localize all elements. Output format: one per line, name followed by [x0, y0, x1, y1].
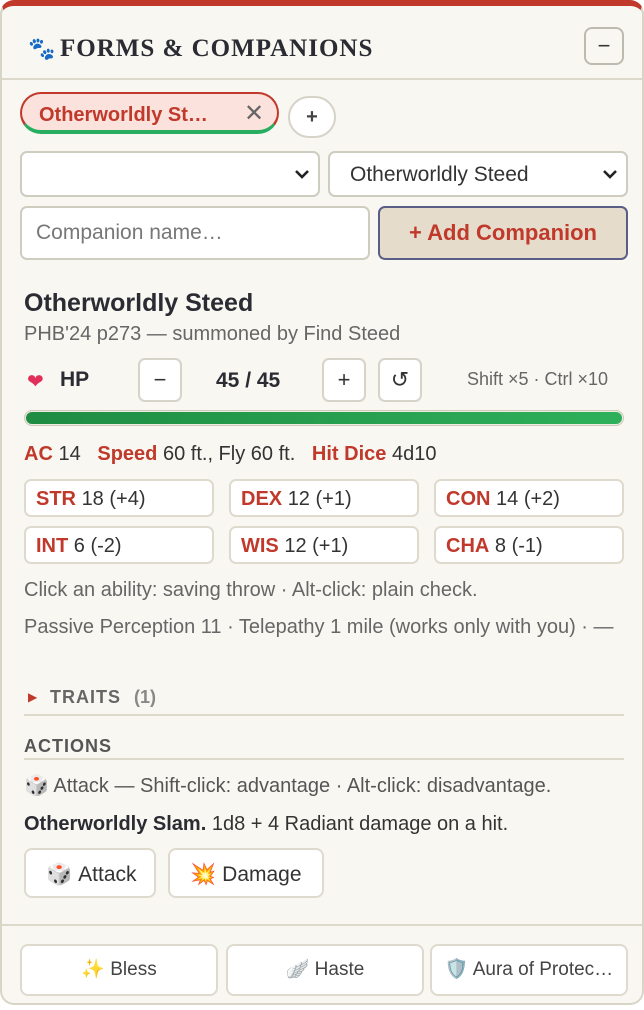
- passive-senses: Passive Perception 11 · Telepathy 1 mile…: [24, 616, 614, 638]
- companion-source: PHB'24 p273 — summoned by Find Steed: [24, 323, 401, 345]
- chevron-down-icon: [603, 170, 617, 179]
- ability-str[interactable]: STR 18 (+4): [24, 479, 214, 517]
- companion-select[interactable]: Otherworldly Steed: [328, 151, 628, 197]
- ability-key: CON: [446, 488, 491, 510]
- companion-select-value: Otherworldly Steed: [350, 163, 529, 186]
- panel-title: FORMS & COMPANIONS: [60, 35, 374, 62]
- spell-aura-button[interactable]: 🛡️ Aura of Protec…: [430, 944, 628, 996]
- caret-right-icon: ▶: [28, 690, 38, 704]
- action-text: 1d8 + 4 Radiant damage on a hit.: [211, 813, 509, 835]
- ability-value: 6 (-2): [73, 535, 122, 557]
- shield-icon: 🛡️: [444, 959, 469, 980]
- ability-value: 14 (+2): [496, 488, 560, 510]
- traits-count: (1): [134, 687, 156, 707]
- speed-label: Speed: [97, 443, 158, 465]
- collapse-button[interactable]: −: [584, 27, 624, 65]
- ability-value: 12 (+1): [287, 488, 352, 510]
- add-tab-button[interactable]: +: [288, 96, 336, 138]
- ability-hint: Click an ability: saving throw · Alt-cli…: [24, 579, 478, 601]
- hp-bar: [24, 410, 624, 426]
- sparkles-icon: ✨: [81, 959, 105, 980]
- ability-wis[interactable]: WIS 12 (+1): [229, 526, 419, 564]
- ability-value: 18 (+4): [81, 488, 146, 510]
- hp-increase-button[interactable]: +: [322, 358, 366, 402]
- hp-value: 45 / 45: [216, 369, 281, 392]
- ability-dex[interactable]: DEX 12 (+1): [229, 479, 419, 517]
- action-hint: 🎲 Attack — Shift-click: advantage · Alt-…: [24, 773, 551, 798]
- action-description: Otherworldly Slam. 1d8 + 4 Radiant damag…: [24, 813, 508, 836]
- form-select[interactable]: [20, 151, 320, 197]
- burst-icon: 💥: [190, 863, 217, 886]
- hp-decrease-button[interactable]: −: [138, 358, 182, 402]
- ability-cha[interactable]: CHA 8 (-1): [434, 526, 624, 564]
- close-icon[interactable]: ✕: [244, 99, 264, 128]
- panel-header: 🐾 FORMS & COMPANIONS −: [2, 6, 642, 80]
- companion-tab-label: Otherworldly St…: [39, 104, 208, 126]
- ability-key: CHA: [446, 535, 490, 557]
- hp-label: HP: [60, 368, 90, 391]
- companion-name: Otherworldly Steed: [24, 289, 254, 317]
- footer-divider: [2, 924, 642, 926]
- damage-button[interactable]: 💥 Damage: [168, 848, 324, 898]
- speed-value: 60 ft., Fly 60 ft.: [162, 443, 296, 465]
- heart-icon: ❤: [27, 371, 44, 393]
- ac-label: AC: [24, 443, 53, 465]
- attack-button[interactable]: 🎲 Attack: [24, 848, 156, 898]
- hp-modifier-hint: Shift ×5 · Ctrl ×10: [467, 369, 609, 389]
- companion-name-input[interactable]: [20, 206, 370, 260]
- stats-line: AC 14 Speed 60 ft., Fly 60 ft. Hit Dice …: [24, 443, 436, 466]
- spell-label: Aura of Protec…: [472, 959, 614, 980]
- dice-icon: 🎲: [46, 863, 73, 886]
- forms-companions-panel: 🐾 FORMS & COMPANIONS − Otherworldly St… …: [0, 0, 644, 1005]
- ability-value: 12 (+1): [284, 535, 349, 557]
- spell-label: Bless: [110, 959, 157, 980]
- spell-haste-button[interactable]: 🪽 Haste: [226, 944, 424, 996]
- hit-dice-value: 4d10: [391, 443, 437, 465]
- ac-value: 14: [58, 443, 81, 465]
- dice-icon: 🎲: [24, 775, 49, 797]
- ability-con[interactable]: CON 14 (+2): [434, 479, 624, 517]
- attack-label: Attack: [78, 863, 137, 886]
- ability-key: INT: [36, 535, 69, 557]
- damage-label: Damage: [222, 863, 302, 886]
- paw-icon: 🐾: [28, 36, 56, 61]
- ability-key: DEX: [241, 488, 283, 510]
- spell-bless-button[interactable]: ✨ Bless: [20, 944, 218, 996]
- ability-int[interactable]: INT 6 (-2): [24, 526, 214, 564]
- ability-value: 8 (-1): [494, 535, 543, 557]
- spell-label: Haste: [314, 959, 365, 980]
- wing-icon: 🪽: [285, 959, 310, 980]
- chevron-down-icon: [295, 170, 309, 179]
- add-companion-button[interactable]: + Add Companion: [378, 206, 628, 260]
- ability-key: STR: [36, 488, 76, 510]
- ability-key: WIS: [241, 535, 279, 557]
- hit-dice-label: Hit Dice: [311, 443, 387, 465]
- action-hint-text: Attack — Shift-click: advantage · Alt-cl…: [53, 775, 552, 797]
- hp-reset-button[interactable]: ↺: [378, 358, 422, 402]
- companion-tab[interactable]: Otherworldly St… ✕: [20, 92, 279, 134]
- traits-toggle[interactable]: ▶ TRAITS (1): [24, 686, 624, 716]
- action-name: Otherworldly Slam.: [24, 813, 207, 835]
- actions-heading: ACTIONS: [24, 736, 624, 760]
- traits-label: TRAITS: [50, 687, 121, 707]
- hp-bar-fill: [26, 412, 622, 424]
